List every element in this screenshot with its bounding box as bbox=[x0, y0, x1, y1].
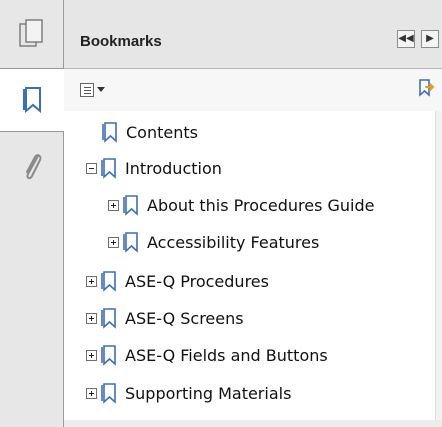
bookmarks-panel: Bookmarks ◀◀ ▶ Contents Introduction Abo… bbox=[64, 0, 442, 427]
bookmark-icon bbox=[101, 383, 116, 404]
bookmark-label: About this Procedures Guide bbox=[147, 195, 375, 215]
attachments-button[interactable] bbox=[0, 130, 63, 202]
panel-title: Bookmarks bbox=[80, 33, 162, 50]
chevron-down-icon bbox=[97, 87, 105, 92]
bookmark-introduction[interactable]: Introduction bbox=[86, 155, 222, 181]
collapse-toggle-icon[interactable] bbox=[86, 162, 97, 174]
bookmark-ase-q-procedures[interactable]: ASE-Q Procedures bbox=[86, 268, 269, 294]
bookmark-icon bbox=[23, 87, 41, 114]
bookmark-accessibility-features[interactable]: Accessibility Features bbox=[108, 229, 319, 255]
bookmark-label: Accessibility Features bbox=[147, 232, 320, 252]
bookmark-ase-q-screens[interactable]: ASE-Q Screens bbox=[86, 305, 244, 331]
expand-toggle-icon[interactable] bbox=[86, 349, 97, 361]
bookmark-about-this-procedures-guide[interactable]: About this Procedures Guide bbox=[108, 192, 374, 218]
bookmark-icon bbox=[101, 271, 116, 292]
bookmark-label: Supporting Materials bbox=[125, 383, 292, 403]
bookmark-icon bbox=[101, 158, 116, 179]
expand-bookmark-icon bbox=[419, 79, 435, 97]
expand-toggle-icon[interactable] bbox=[108, 236, 119, 248]
bookmark-label: ASE-Q Procedures bbox=[125, 271, 269, 291]
bookmark-icon bbox=[101, 345, 116, 366]
expand-toggle-icon[interactable] bbox=[108, 199, 119, 211]
collapse-panel-button[interactable]: ◀◀ bbox=[397, 30, 415, 48]
bookmark-icon bbox=[101, 308, 116, 329]
expand-toggle-icon[interactable] bbox=[86, 312, 97, 324]
bookmarks-toolbar bbox=[64, 69, 442, 111]
bookmark-contents[interactable]: Contents bbox=[100, 119, 198, 145]
expand-toggle-icon[interactable] bbox=[86, 387, 97, 399]
navigation-rail bbox=[0, 0, 64, 427]
page-thumbnails-button[interactable] bbox=[0, 0, 63, 68]
bookmark-ase-q-fields-and-buttons[interactable]: ASE-Q Fields and Buttons bbox=[86, 342, 328, 368]
bottom-edge bbox=[64, 420, 442, 427]
bookmark-label: ASE-Q Fields and Buttons bbox=[125, 345, 328, 365]
expand-toggle-icon[interactable] bbox=[86, 275, 97, 287]
pages-icon bbox=[18, 19, 43, 47]
scrollbar[interactable] bbox=[435, 111, 442, 427]
panel-header: Bookmarks ◀◀ ▶ bbox=[64, 0, 442, 69]
bookmark-supporting-materials[interactable]: Supporting Materials bbox=[86, 380, 291, 406]
expand-panel-button[interactable]: ▶ bbox=[421, 30, 439, 48]
expand-bookmark-button[interactable] bbox=[416, 78, 436, 102]
bookmark-icon bbox=[123, 195, 138, 216]
paperclip-icon bbox=[25, 154, 41, 180]
options-menu-icon bbox=[80, 83, 94, 97]
bookmark-label: Contents bbox=[126, 122, 198, 142]
bookmark-label: Introduction bbox=[125, 158, 222, 178]
bookmark-icon bbox=[123, 232, 138, 253]
bookmark-icon bbox=[102, 122, 117, 143]
bookmarks-tab-button[interactable] bbox=[0, 68, 64, 132]
bookmark-label: ASE-Q Screens bbox=[125, 308, 244, 328]
